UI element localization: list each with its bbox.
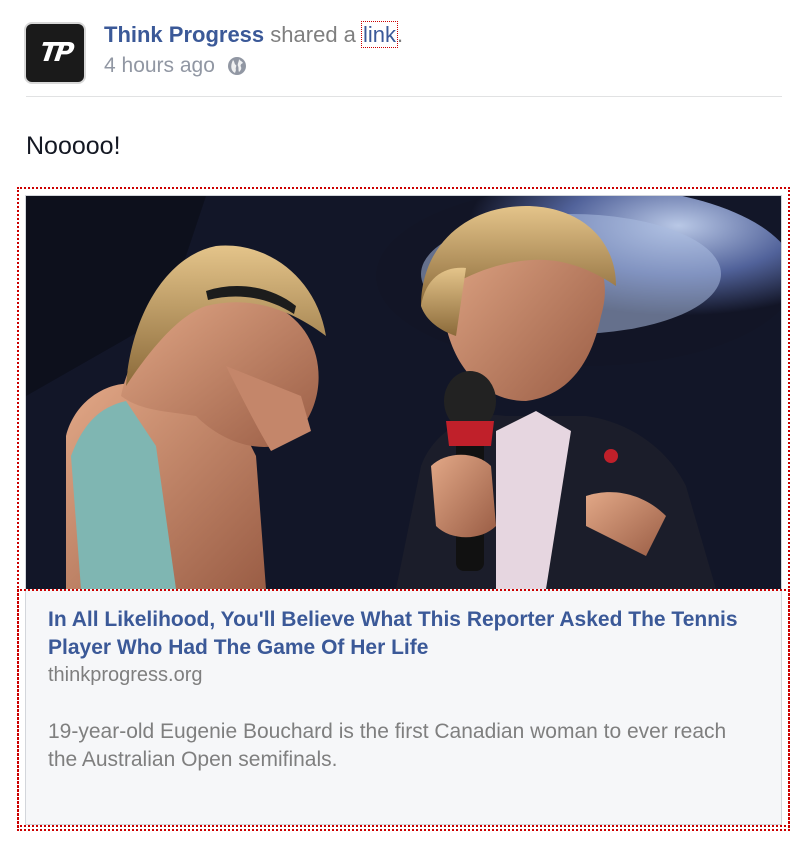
link-text-area[interactable]: In All Likelihood, You'll Believe What T… <box>17 589 790 827</box>
reporter-interview-photo[interactable] <box>26 196 781 589</box>
action-end: . <box>397 22 404 47</box>
page-avatar[interactable]: TP <box>26 24 84 82</box>
header-divider <box>26 96 782 97</box>
avatar-logo-text: TP <box>37 38 73 68</box>
shared-link-link[interactable]: link <box>361 21 399 48</box>
post-attribution: Think Progress shared a link. <box>104 21 404 48</box>
link-domain: thinkprogress.org <box>48 664 203 686</box>
page-name-link[interactable]: Think Progress <box>104 22 264 47</box>
action-text: shared a <box>270 22 356 47</box>
link-title[interactable]: In All Likelihood, You'll Believe What T… <box>48 606 768 662</box>
post-timestamp[interactable]: 4 hours ago <box>104 54 215 78</box>
post-message: Nooooo! <box>26 132 121 160</box>
post-header: TP Think Progress shared a link. 4 hours… <box>26 18 782 96</box>
globe-icon[interactable] <box>227 56 247 76</box>
shared-link-box[interactable]: In All Likelihood, You'll Believe What T… <box>17 187 790 831</box>
post-meta: 4 hours ago <box>104 54 247 78</box>
link-description: 19-year-old Eugenie Bouchard is the firs… <box>48 720 727 771</box>
link-preview-card[interactable]: In All Likelihood, You'll Believe What T… <box>17 195 790 827</box>
